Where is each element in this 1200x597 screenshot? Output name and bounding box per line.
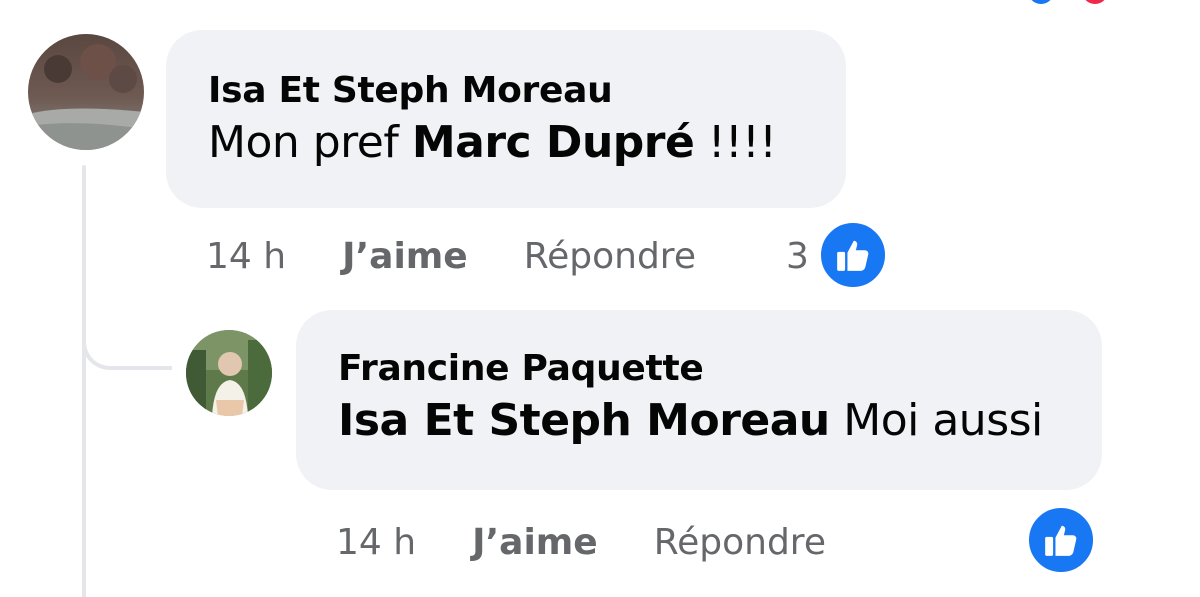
thumbs-up-icon[interactable]: [818, 220, 888, 290]
comment-author[interactable]: Isa Et Steph Moreau: [208, 68, 846, 114]
comment-text-prefix: Mon pref: [208, 117, 412, 168]
mention-link[interactable]: Marc Dupré: [412, 117, 695, 168]
reply-button[interactable]: Répondre: [524, 236, 696, 277]
comment-text-suffix: Moi aussi: [829, 395, 1043, 446]
reaction-count[interactable]: 3: [786, 232, 809, 282]
comment-bubble: Isa Et Steph Moreau Mon pref Marc Dupré …: [166, 30, 846, 208]
comment-author[interactable]: Francine Paquette: [338, 346, 1102, 392]
like-reaction-icon: [1028, 0, 1054, 4]
avatar[interactable]: [186, 330, 272, 416]
thumbs-up-icon[interactable]: [1026, 505, 1096, 575]
avatar[interactable]: [28, 34, 144, 150]
reply-button[interactable]: Répondre: [654, 522, 826, 563]
mention-link[interactable]: Isa Et Steph Moreau: [338, 395, 830, 446]
love-reaction-icon: [1082, 0, 1108, 4]
reply-bubble: Francine Paquette Isa Et Steph Moreau Mo…: [296, 310, 1102, 490]
comment-actions: 14 h J’aime Répondre: [336, 512, 826, 572]
comment-thread: Isa Et Steph Moreau Mon pref Marc Dupré …: [0, 0, 1200, 597]
reply-connector: [82, 320, 172, 370]
comment-text: Mon pref Marc Dupré !!!!: [208, 114, 846, 172]
comment-text-suffix: !!!!: [694, 117, 777, 168]
comment-text: Isa Et Steph Moreau Moi aussi: [338, 392, 1102, 450]
comment-timestamp[interactable]: 14 h: [206, 236, 286, 277]
comment-actions: 14 h J’aime Répondre: [206, 226, 696, 286]
comment-timestamp[interactable]: 14 h: [336, 522, 416, 563]
thread-line: [82, 165, 86, 597]
like-button[interactable]: J’aime: [342, 236, 468, 277]
like-button[interactable]: J’aime: [472, 522, 598, 563]
